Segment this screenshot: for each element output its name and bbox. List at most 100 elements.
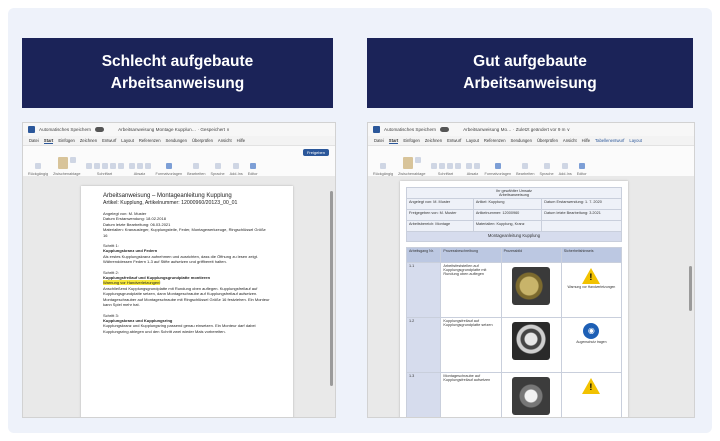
right-document-page[interactable]: Ihr gewählter Umsatz Arbeitsanweisung An… bbox=[400, 181, 628, 417]
editor-icon[interactable] bbox=[578, 163, 585, 169]
warning-triangle-icon bbox=[582, 268, 601, 284]
find-icon[interactable] bbox=[522, 163, 529, 169]
tab-entwurf[interactable]: Entwurf bbox=[102, 138, 116, 143]
header-cell[interactable]: Arbeitsbereich: Montage bbox=[406, 220, 474, 232]
tab-ueberpruefen[interactable]: Überprüfen bbox=[537, 138, 558, 143]
tab-einfuegen[interactable]: Einfügen bbox=[403, 138, 420, 143]
tab-referenzen[interactable]: Referenzen bbox=[139, 138, 161, 143]
step-description[interactable]: Arbeitsfeststellen auf Kupplungsgrundpla… bbox=[440, 262, 502, 318]
underline-icon[interactable] bbox=[446, 163, 453, 169]
left-share-button[interactable]: Freigeben bbox=[302, 149, 329, 156]
tab-zeichnen[interactable]: Zeichnen bbox=[425, 138, 442, 143]
step-description[interactable]: Kupplungsfreilauf auf Kupplungsgrundplat… bbox=[440, 317, 502, 373]
step-number[interactable]: 1.3 bbox=[405, 372, 442, 417]
editor-icon[interactable] bbox=[249, 163, 256, 169]
align-icon[interactable] bbox=[473, 163, 480, 169]
tab-entwurf[interactable]: Entwurf bbox=[447, 138, 461, 143]
underline-icon[interactable] bbox=[101, 163, 108, 169]
paste-icon[interactable] bbox=[402, 157, 413, 169]
safety-cell: Warnung vor Handverletzungen bbox=[560, 262, 623, 318]
header-cell[interactable]: Datum Erstanwendung: 1. 7. 2020 bbox=[541, 198, 622, 210]
process-image-cell bbox=[500, 262, 562, 318]
header-cell[interactable]: Freigegeben von: M. Muster bbox=[406, 209, 474, 221]
undo-icon[interactable] bbox=[380, 163, 387, 169]
tab-layout[interactable]: Layout bbox=[466, 138, 479, 143]
right-autosave-toggle[interactable] bbox=[440, 127, 450, 132]
group-undo: Rückgängig bbox=[28, 146, 48, 176]
font-color-icon[interactable] bbox=[454, 163, 461, 169]
tab-einfuegen[interactable]: Einfügen bbox=[58, 138, 75, 143]
styles-icon[interactable] bbox=[165, 163, 172, 169]
italic-icon[interactable] bbox=[438, 163, 445, 169]
tab-start[interactable]: Start bbox=[388, 138, 399, 144]
step-number[interactable]: 1.2 bbox=[405, 317, 442, 373]
tab-hilfe[interactable]: Hilfe bbox=[237, 138, 245, 143]
tab-layout[interactable]: Layout bbox=[121, 138, 134, 143]
highlight-icon[interactable] bbox=[117, 163, 124, 169]
right-scrollbar[interactable] bbox=[689, 266, 692, 311]
addins-icon[interactable] bbox=[233, 163, 240, 169]
bold-icon[interactable] bbox=[85, 163, 92, 169]
word-logo-icon bbox=[373, 126, 380, 133]
tab-ueberpruefen[interactable]: Überprüfen bbox=[192, 138, 213, 143]
step-description[interactable]: Montageschraube auf Kupplungsfreilauf au… bbox=[440, 372, 502, 417]
find-icon[interactable] bbox=[193, 163, 200, 169]
bullets-icon[interactable] bbox=[465, 163, 472, 169]
paste-icon[interactable] bbox=[57, 157, 68, 169]
header-cell[interactable]: Angelegt von: M. Muster bbox=[406, 198, 474, 210]
group-paragraph: Absatz bbox=[465, 146, 480, 176]
warning-triangle-icon bbox=[582, 378, 601, 394]
align-icon[interactable] bbox=[144, 163, 151, 169]
numbering-icon[interactable] bbox=[136, 163, 143, 169]
header-cell[interactable]: Datum letzte Bearbeitung: 3.2021 bbox=[541, 209, 622, 221]
doc-meta-4: Materialien: Kranausleger, Kupplungsteil… bbox=[103, 227, 266, 238]
tab-datei[interactable]: Datei bbox=[29, 138, 39, 143]
left-autosave-toggle[interactable] bbox=[95, 127, 105, 132]
left-titlebar: Automatisches Speichern Arbeitsanweisung… bbox=[23, 123, 335, 136]
header-cell[interactable] bbox=[541, 220, 622, 232]
table-row: 1.2 Kupplungsfreilauf auf Kupplungsgrund… bbox=[405, 317, 623, 373]
right-banner-line2: Arbeitsanweisung bbox=[463, 75, 597, 92]
column-header: Arbeitsgang Nr. bbox=[405, 247, 442, 263]
tab-start[interactable]: Start bbox=[43, 138, 54, 144]
tab-hilfe[interactable]: Hilfe bbox=[582, 138, 590, 143]
group-editing: Bearbeiten bbox=[187, 146, 205, 176]
left-ribbon-tabs: Datei Start Einfügen Zeichnen Entwurf La… bbox=[23, 136, 335, 145]
doc-subtitle: Artikel: Kupplung, Artikelnummer: 120009… bbox=[103, 200, 238, 206]
right-word-window: Automatisches Speichern Arbeitsanweisung… bbox=[367, 122, 695, 418]
bold-icon[interactable] bbox=[430, 163, 437, 169]
group-language: Sprache bbox=[539, 146, 554, 176]
tab-table-layout[interactable]: Layout bbox=[629, 138, 642, 143]
tab-ansicht[interactable]: Ansicht bbox=[563, 138, 577, 143]
step-number[interactable]: 1.1 bbox=[405, 262, 442, 318]
tab-referenzen[interactable]: Referenzen bbox=[484, 138, 506, 143]
group-language: Sprache bbox=[210, 146, 225, 176]
tab-sendungen[interactable]: Sendungen bbox=[511, 138, 532, 143]
tab-zeichnen[interactable]: Zeichnen bbox=[80, 138, 97, 143]
process-photo bbox=[512, 322, 551, 360]
italic-icon[interactable] bbox=[93, 163, 100, 169]
right-titlebar: Automatisches Speichern Arbeitsanweisung… bbox=[368, 123, 694, 136]
cut-icon[interactable] bbox=[69, 157, 76, 163]
font-color-icon[interactable] bbox=[109, 163, 116, 169]
header-cell[interactable]: Materialien: Kupplung, Kranz bbox=[472, 220, 543, 232]
cut-icon[interactable] bbox=[414, 157, 421, 163]
left-doc-title: Arbeitsanweisung Montage Kupplun… · Gesp… bbox=[118, 126, 230, 132]
right-doc-title: Arbeitsanweisung Mo… · Zuletzt geändert … bbox=[463, 126, 571, 132]
bullets-icon[interactable] bbox=[128, 163, 135, 169]
translate-icon[interactable] bbox=[543, 163, 550, 169]
header-cell[interactable]: Artikel: Kupplung bbox=[472, 198, 543, 210]
tab-ansicht[interactable]: Ansicht bbox=[218, 138, 232, 143]
left-scrollbar[interactable] bbox=[330, 191, 333, 386]
left-banner: Schlecht aufgebaute Arbeitsanweisung bbox=[22, 38, 333, 108]
tab-sendungen[interactable]: Sendungen bbox=[166, 138, 187, 143]
styles-icon[interactable] bbox=[494, 163, 501, 169]
translate-icon[interactable] bbox=[214, 163, 221, 169]
column-header: Prozessbeschreibung bbox=[440, 247, 502, 263]
header-cell[interactable]: Artikelnummer: 12000960 bbox=[472, 209, 543, 221]
addins-icon[interactable] bbox=[562, 163, 569, 169]
tab-datei[interactable]: Datei bbox=[374, 138, 384, 143]
left-document-page[interactable]: Arbeitsanweisung – Montageanleitung Kupp… bbox=[81, 186, 293, 417]
tab-tabellenentwurf[interactable]: Tabellenentwurf bbox=[595, 138, 624, 143]
undo-icon[interactable] bbox=[35, 163, 42, 169]
